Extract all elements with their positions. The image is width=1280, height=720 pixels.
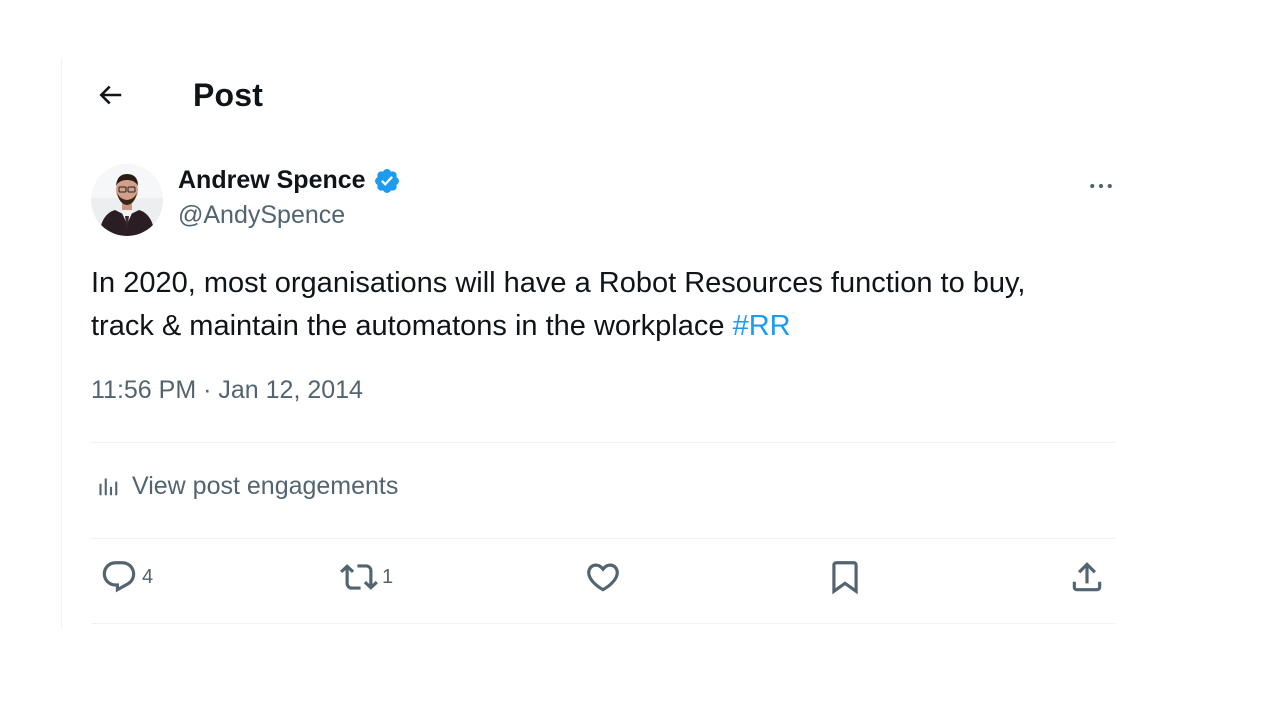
post-date[interactable]: Jan 12, 2014 (218, 376, 363, 404)
user-handle[interactable]: @AndySpence (178, 201, 401, 230)
share-icon (1072, 562, 1102, 592)
reply-count: 4 (142, 565, 154, 588)
hashtag-link[interactable]: #RR (733, 310, 791, 342)
post-text-body: In 2020, most organisations will have a … (91, 267, 1026, 342)
page-header: Post (90, 72, 263, 118)
verified-badge-icon[interactable] (373, 167, 401, 195)
page-title: Post (193, 76, 264, 113)
more-options-button[interactable] (1085, 170, 1117, 202)
back-button[interactable] (90, 75, 130, 115)
divider (91, 538, 1115, 539)
bookmark-button[interactable] (826, 558, 864, 596)
post-time[interactable]: 11:56 PM (91, 376, 196, 404)
author-row: Andrew Spence @AndySpence (91, 164, 1117, 236)
post-page: Post Andrew Spence @AndySpence In 2020, … (0, 0, 1280, 720)
arrow-left-icon (99, 85, 122, 105)
repost-button[interactable]: 1 (340, 558, 393, 596)
display-name[interactable]: Andrew Spence (178, 166, 366, 195)
post-text: In 2020, most organisations will have a … (91, 262, 1091, 348)
timestamp-separator: · (203, 376, 212, 404)
divider (91, 442, 1115, 443)
like-button[interactable] (584, 558, 626, 596)
repost-count: 1 (382, 565, 394, 588)
repost-icon (340, 564, 378, 590)
share-button[interactable] (1068, 558, 1106, 596)
post-timestamp: 11:56 PM · Jan 12, 2014 (91, 376, 363, 405)
heart-icon (587, 563, 619, 592)
engagements-label: View post engagements (132, 472, 399, 500)
analytics-icon (99, 477, 118, 495)
action-bar: 4 1 (100, 558, 1110, 604)
bookmark-icon (832, 561, 858, 595)
column-border (61, 58, 62, 628)
author-names: Andrew Spence @AndySpence (178, 166, 401, 230)
more-icon (1090, 183, 1112, 189)
reply-icon (102, 561, 136, 593)
divider (91, 623, 1115, 624)
reply-button[interactable]: 4 (100, 558, 153, 596)
view-engagements-link[interactable]: View post engagements (94, 472, 398, 501)
avatar[interactable] (91, 164, 163, 236)
display-name-line: Andrew Spence (178, 166, 401, 195)
